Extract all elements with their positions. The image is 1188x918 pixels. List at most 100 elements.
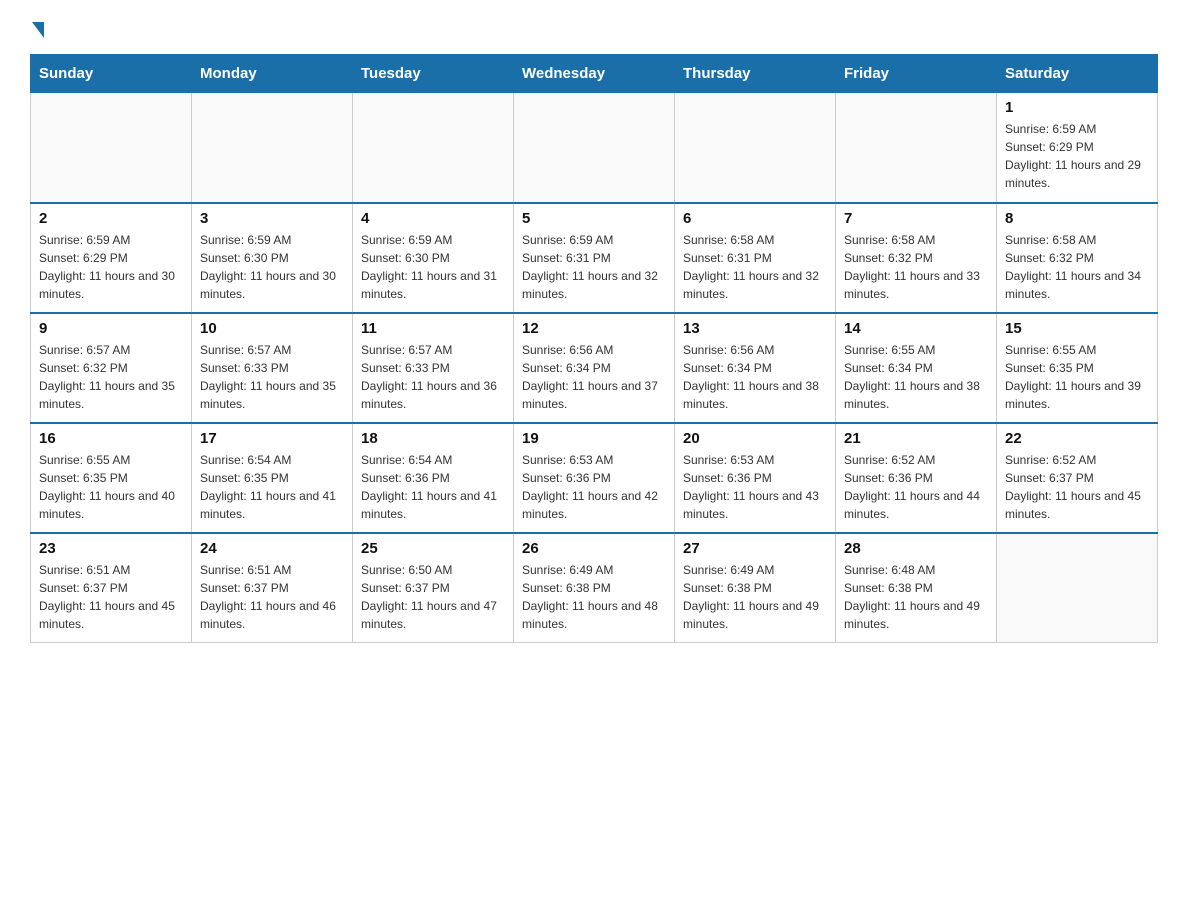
day-info: Sunrise: 6:59 AM Sunset: 6:30 PM Dayligh… <box>361 231 505 303</box>
day-number: 18 <box>361 430 505 447</box>
calendar-cell: 22 Sunrise: 6:52 AM Sunset: 6:37 PM Dayli… <box>997 423 1158 533</box>
weekday-header-monday: Monday <box>192 55 353 93</box>
day-info: Sunrise: 6:59 AM Sunset: 6:29 PM Dayligh… <box>39 231 183 303</box>
weekday-header-friday: Friday <box>836 55 997 93</box>
day-number: 17 <box>200 430 344 447</box>
calendar-cell <box>997 533 1158 643</box>
calendar-cell <box>31 93 192 203</box>
day-info: Sunrise: 6:59 AM Sunset: 6:30 PM Dayligh… <box>200 231 344 303</box>
day-info: Sunrise: 6:52 AM Sunset: 6:37 PM Dayligh… <box>1005 451 1149 523</box>
day-number: 8 <box>1005 210 1149 227</box>
calendar-cell: 28 Sunrise: 6:48 AM Sunset: 6:38 PM Dayli… <box>836 533 997 643</box>
day-number: 9 <box>39 320 183 337</box>
calendar-cell: 3 Sunrise: 6:59 AM Sunset: 6:30 PM Daylig… <box>192 203 353 313</box>
day-number: 3 <box>200 210 344 227</box>
calendar-week-1: 1Sunrise: 6:59 AM Sunset: 6:29 PM Daylig… <box>31 93 1158 203</box>
day-info: Sunrise: 6:55 AM Sunset: 6:35 PM Dayligh… <box>1005 341 1149 413</box>
calendar-cell: 24 Sunrise: 6:51 AM Sunset: 6:37 PM Dayli… <box>192 533 353 643</box>
day-number: 27 <box>683 540 827 557</box>
day-info: Sunrise: 6:56 AM Sunset: 6:34 PM Dayligh… <box>522 341 666 413</box>
day-number: 25 <box>361 540 505 557</box>
day-number: 11 <box>361 320 505 337</box>
calendar-cell: 7 Sunrise: 6:58 AM Sunset: 6:32 PM Daylig… <box>836 203 997 313</box>
calendar-cell: 23 Sunrise: 6:51 AM Sunset: 6:37 PM Dayli… <box>31 533 192 643</box>
day-number: 21 <box>844 430 988 447</box>
calendar-header-row: SundayMondayTuesdayWednesdayThursdayFrid… <box>31 55 1158 93</box>
day-number: 24 <box>200 540 344 557</box>
day-info: Sunrise: 6:51 AM Sunset: 6:37 PM Dayligh… <box>39 561 183 633</box>
calendar-cell <box>192 93 353 203</box>
calendar-cell <box>353 93 514 203</box>
calendar-cell: 17 Sunrise: 6:54 AM Sunset: 6:35 PM Dayli… <box>192 423 353 533</box>
calendar-week-5: 23 Sunrise: 6:51 AM Sunset: 6:37 PM Dayli… <box>31 533 1158 643</box>
day-info: Sunrise: 6:49 AM Sunset: 6:38 PM Dayligh… <box>522 561 666 633</box>
day-number: 6 <box>683 210 827 227</box>
weekday-header-thursday: Thursday <box>675 55 836 93</box>
weekday-header-sunday: Sunday <box>31 55 192 93</box>
calendar-cell: 8 Sunrise: 6:58 AM Sunset: 6:32 PM Daylig… <box>997 203 1158 313</box>
logo-triangle-icon <box>32 22 44 38</box>
calendar-cell: 2 Sunrise: 6:59 AM Sunset: 6:29 PM Daylig… <box>31 203 192 313</box>
calendar-cell: 12 Sunrise: 6:56 AM Sunset: 6:34 PM Dayli… <box>514 313 675 423</box>
day-info: Sunrise: 6:50 AM Sunset: 6:37 PM Dayligh… <box>361 561 505 633</box>
calendar-cell: 10 Sunrise: 6:57 AM Sunset: 6:33 PM Dayli… <box>192 313 353 423</box>
day-info: Sunrise: 6:57 AM Sunset: 6:33 PM Dayligh… <box>200 341 344 413</box>
day-number: 7 <box>844 210 988 227</box>
day-info: Sunrise: 6:59 AM Sunset: 6:31 PM Dayligh… <box>522 231 666 303</box>
calendar-cell: 9 Sunrise: 6:57 AM Sunset: 6:32 PM Daylig… <box>31 313 192 423</box>
logo <box>30 20 44 36</box>
weekday-header-tuesday: Tuesday <box>353 55 514 93</box>
day-number: 28 <box>844 540 988 557</box>
calendar-cell: 27 Sunrise: 6:49 AM Sunset: 6:38 PM Dayli… <box>675 533 836 643</box>
day-number: 23 <box>39 540 183 557</box>
day-number: 19 <box>522 430 666 447</box>
calendar-cell <box>675 93 836 203</box>
calendar-cell <box>836 93 997 203</box>
calendar-cell: 6 Sunrise: 6:58 AM Sunset: 6:31 PM Daylig… <box>675 203 836 313</box>
calendar-table: SundayMondayTuesdayWednesdayThursdayFrid… <box>30 54 1158 643</box>
day-info: Sunrise: 6:59 AM Sunset: 6:29 PM Dayligh… <box>1005 120 1149 192</box>
day-number: 15 <box>1005 320 1149 337</box>
day-info: Sunrise: 6:57 AM Sunset: 6:32 PM Dayligh… <box>39 341 183 413</box>
day-number: 20 <box>683 430 827 447</box>
calendar-cell: 15 Sunrise: 6:55 AM Sunset: 6:35 PM Dayli… <box>997 313 1158 423</box>
day-info: Sunrise: 6:52 AM Sunset: 6:36 PM Dayligh… <box>844 451 988 523</box>
calendar-cell: 26 Sunrise: 6:49 AM Sunset: 6:38 PM Dayli… <box>514 533 675 643</box>
calendar-cell: 21 Sunrise: 6:52 AM Sunset: 6:36 PM Dayli… <box>836 423 997 533</box>
day-number: 16 <box>39 430 183 447</box>
calendar-cell: 16 Sunrise: 6:55 AM Sunset: 6:35 PM Dayli… <box>31 423 192 533</box>
calendar-cell: 4Sunrise: 6:59 AM Sunset: 6:30 PM Daylig… <box>353 203 514 313</box>
calendar-cell: 18 Sunrise: 6:54 AM Sunset: 6:36 PM Dayli… <box>353 423 514 533</box>
calendar-week-4: 16 Sunrise: 6:55 AM Sunset: 6:35 PM Dayli… <box>31 423 1158 533</box>
calendar-cell: 5 Sunrise: 6:59 AM Sunset: 6:31 PM Daylig… <box>514 203 675 313</box>
calendar-cell: 20 Sunrise: 6:53 AM Sunset: 6:36 PM Dayli… <box>675 423 836 533</box>
calendar-cell: 25 Sunrise: 6:50 AM Sunset: 6:37 PM Dayli… <box>353 533 514 643</box>
day-number: 26 <box>522 540 666 557</box>
calendar-week-3: 9 Sunrise: 6:57 AM Sunset: 6:32 PM Daylig… <box>31 313 1158 423</box>
day-info: Sunrise: 6:58 AM Sunset: 6:32 PM Dayligh… <box>844 231 988 303</box>
day-number: 5 <box>522 210 666 227</box>
day-number: 12 <box>522 320 666 337</box>
day-info: Sunrise: 6:58 AM Sunset: 6:31 PM Dayligh… <box>683 231 827 303</box>
day-number: 14 <box>844 320 988 337</box>
calendar-week-2: 2 Sunrise: 6:59 AM Sunset: 6:29 PM Daylig… <box>31 203 1158 313</box>
day-info: Sunrise: 6:51 AM Sunset: 6:37 PM Dayligh… <box>200 561 344 633</box>
day-info: Sunrise: 6:54 AM Sunset: 6:36 PM Dayligh… <box>361 451 505 523</box>
day-info: Sunrise: 6:58 AM Sunset: 6:32 PM Dayligh… <box>1005 231 1149 303</box>
day-number: 10 <box>200 320 344 337</box>
calendar-cell: 13Sunrise: 6:56 AM Sunset: 6:34 PM Dayli… <box>675 313 836 423</box>
day-info: Sunrise: 6:55 AM Sunset: 6:35 PM Dayligh… <box>39 451 183 523</box>
day-number: 22 <box>1005 430 1149 447</box>
day-info: Sunrise: 6:53 AM Sunset: 6:36 PM Dayligh… <box>522 451 666 523</box>
day-info: Sunrise: 6:55 AM Sunset: 6:34 PM Dayligh… <box>844 341 988 413</box>
day-info: Sunrise: 6:57 AM Sunset: 6:33 PM Dayligh… <box>361 341 505 413</box>
calendar-cell <box>514 93 675 203</box>
day-info: Sunrise: 6:53 AM Sunset: 6:36 PM Dayligh… <box>683 451 827 523</box>
day-number: 13 <box>683 320 827 337</box>
day-number: 2 <box>39 210 183 227</box>
weekday-header-wednesday: Wednesday <box>514 55 675 93</box>
day-info: Sunrise: 6:49 AM Sunset: 6:38 PM Dayligh… <box>683 561 827 633</box>
day-info: Sunrise: 6:54 AM Sunset: 6:35 PM Dayligh… <box>200 451 344 523</box>
calendar-cell: 1Sunrise: 6:59 AM Sunset: 6:29 PM Daylig… <box>997 93 1158 203</box>
day-info: Sunrise: 6:48 AM Sunset: 6:38 PM Dayligh… <box>844 561 988 633</box>
